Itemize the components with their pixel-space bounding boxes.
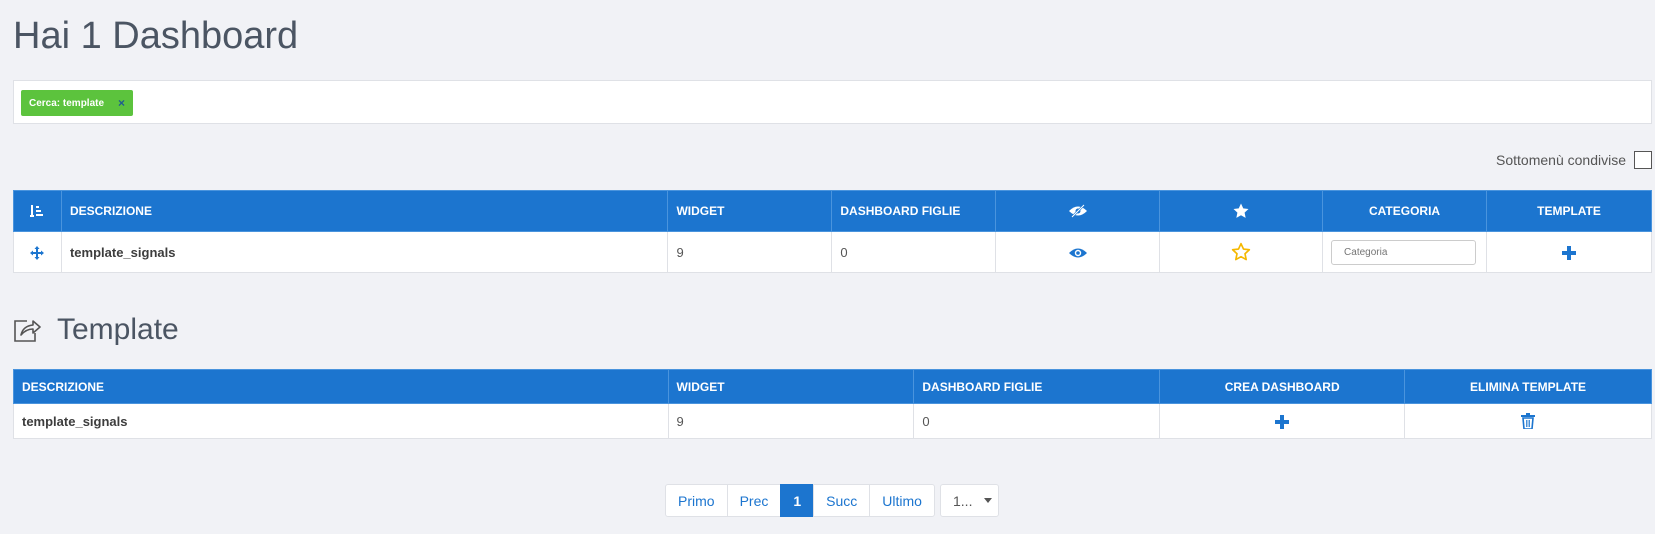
column-header-favorite[interactable] — [1159, 190, 1324, 232]
eye-slash-icon — [1068, 204, 1087, 219]
template-section-title: Template — [13, 313, 179, 347]
category-input[interactable] — [1331, 239, 1477, 265]
template-section-label: Template — [57, 313, 179, 346]
chevron-down-icon — [984, 498, 993, 503]
tpl-column-header-create-dashboard[interactable]: CREA DASHBOARD — [1159, 369, 1406, 404]
delete-template-cell — [1404, 403, 1652, 439]
drag-handle-cell[interactable] — [13, 231, 62, 273]
dashboard-description[interactable]: template_signals — [60, 231, 669, 273]
column-header-template[interactable]: TEMPLATE — [1486, 190, 1652, 232]
template-table-header: DESCRIZIONE WIDGET DASHBOARD FIGLIE CREA… — [13, 369, 1652, 404]
column-header-visibility[interactable] — [995, 190, 1161, 232]
dashboard-child-count: 0 — [831, 231, 997, 273]
template-table: DESCRIZIONE WIDGET DASHBOARD FIGLIE CREA… — [13, 369, 1652, 439]
template-cell — [1486, 231, 1652, 273]
favorite-cell — [1159, 231, 1324, 273]
pagination: Primo Prec 1 Succ Ultimo — [665, 484, 935, 517]
pagination-first-button[interactable]: Primo — [665, 484, 728, 517]
pagination-prev-button[interactable]: Prec — [726, 484, 782, 517]
create-dashboard-cell — [1159, 403, 1406, 439]
column-header-description[interactable]: DESCRIZIONE — [60, 190, 669, 232]
page-size-value: 1... — [953, 492, 973, 509]
filter-tag-label: Cerca: template — [29, 97, 105, 109]
tpl-column-header-delete-template[interactable]: ELIMINA TEMPLATE — [1404, 369, 1652, 404]
plus-icon[interactable] — [1275, 414, 1290, 429]
tpl-column-header-child-dashboards[interactable]: DASHBOARD FIGLIE — [913, 369, 1161, 404]
dashboard-widget-count: 9 — [667, 231, 833, 273]
dashboard-table-header: DESCRIZIONE WIDGET DASHBOARD FIGLIE CATE… — [13, 190, 1652, 232]
pagination-next-button[interactable]: Succ — [813, 484, 871, 517]
star-icon — [1233, 203, 1249, 218]
template-widget-count: 9 — [667, 403, 915, 439]
table-row: template_signals 9 0 — [13, 231, 1652, 273]
tpl-column-header-description[interactable]: DESCRIZIONE — [13, 369, 669, 404]
filter-remove-button[interactable]: × — [118, 96, 125, 110]
column-header-child-dashboards[interactable]: DASHBOARD FIGLIE — [831, 190, 997, 232]
sort-column-header[interactable] — [13, 190, 62, 232]
filter-tag: Cerca: template × — [21, 90, 134, 116]
shared-submenus-toggle: Sottomenù condivise — [1496, 151, 1652, 169]
filter-bar: Cerca: template × — [13, 80, 1652, 124]
sort-icon[interactable] — [30, 204, 44, 218]
pagination-last-button[interactable]: Ultimo — [869, 484, 935, 517]
template-description[interactable]: template_signals — [13, 403, 669, 439]
trash-icon[interactable] — [1521, 413, 1536, 430]
plus-icon[interactable] — [1562, 245, 1576, 260]
dashboard-table: DESCRIZIONE WIDGET DASHBOARD FIGLIE CATE… — [13, 190, 1652, 273]
eye-icon[interactable] — [1068, 246, 1088, 260]
pagination-current-page[interactable]: 1 — [780, 484, 815, 517]
tpl-column-header-widget[interactable]: WIDGET — [667, 369, 915, 404]
star-outline-icon[interactable] — [1231, 242, 1251, 262]
page-size-select[interactable]: 1... — [940, 484, 999, 517]
page-title: Hai 1 Dashboard — [13, 15, 299, 57]
shared-submenus-checkbox[interactable] — [1634, 151, 1652, 169]
shared-submenus-label: Sottomenù condivise — [1496, 152, 1626, 168]
template-child-count: 0 — [913, 403, 1161, 439]
move-arrows-icon[interactable] — [30, 245, 45, 260]
category-cell — [1322, 231, 1488, 273]
column-header-category[interactable]: CATEGORIA — [1322, 190, 1488, 232]
table-row: template_signals 9 0 — [13, 403, 1652, 439]
column-header-widget[interactable]: WIDGET — [667, 190, 833, 232]
share-icon — [14, 320, 41, 342]
visibility-cell — [995, 231, 1161, 273]
